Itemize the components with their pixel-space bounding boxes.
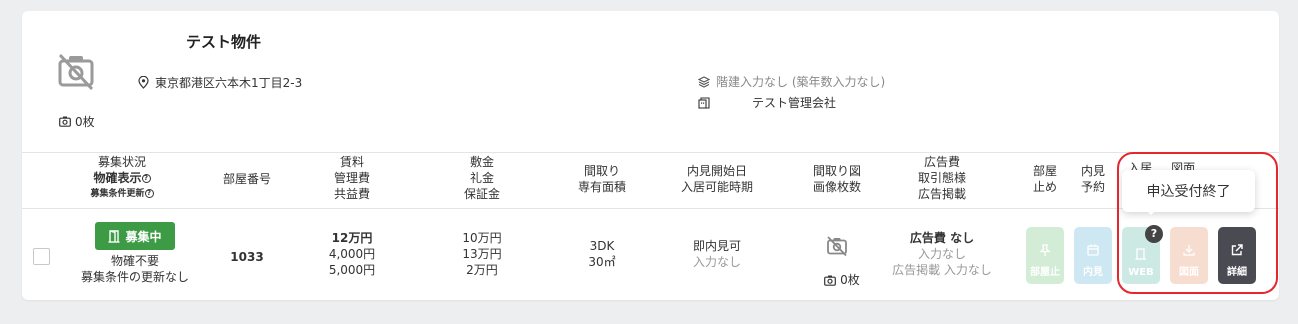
header-rent: 賃料 管理費 共益費	[322, 154, 382, 202]
guarantee-value: 2万円	[466, 263, 498, 277]
transaction-value: 入力なし	[917, 247, 966, 261]
door-icon	[108, 229, 120, 243]
header-deposit-line: 保証金	[463, 187, 500, 201]
room-stop-button[interactable]: 部屋止	[1026, 227, 1064, 284]
header-deposit-line: 敷金	[469, 155, 494, 169]
header-update-label: 募集条件更新	[90, 189, 145, 199]
viewing-start-value: 即内見可	[692, 239, 741, 253]
ad-listing-value: 広告掲載 入力なし	[892, 263, 992, 277]
layout-value: 3DK	[589, 239, 615, 253]
floorplan-count-value: 0枚	[840, 273, 860, 287]
header-ad: 広告費 取引態様 広告掲載	[907, 154, 977, 202]
room-stop-label: 部屋止	[1030, 267, 1060, 278]
status-badge: 募集中	[95, 222, 175, 250]
header-check-display[interactable]: 物確表示?	[72, 170, 172, 186]
help-icon[interactable]: ?	[141, 174, 151, 183]
view-button[interactable]: 内見	[1074, 227, 1112, 284]
header-view-reserve: 内見 予約	[1075, 163, 1111, 195]
header-rent-line: 共益費	[333, 187, 370, 201]
header-viewing: 内見開始日 入居可能時期	[672, 163, 762, 195]
row-checkbox[interactable]	[33, 248, 50, 265]
highlight-box	[1117, 152, 1278, 294]
deposit-value: 10万円	[462, 231, 502, 245]
header-viewing-line: 内見開始日	[686, 164, 747, 178]
view-label: 内見	[1083, 267, 1103, 278]
rent-values: 12万円 4,000円 5,000円	[322, 230, 382, 278]
header-floorplan: 間取り図 画像枚数	[802, 163, 872, 195]
header-deposit: 敷金 礼金 保証金	[452, 154, 512, 202]
address: 東京都港区六本木1丁目2-3	[138, 74, 302, 91]
rent-value: 12万円	[331, 231, 373, 245]
divider	[22, 208, 1279, 209]
header-viewing-line: 入居可能時期	[680, 180, 753, 194]
help-icon[interactable]: ?	[144, 189, 154, 198]
camera-icon	[59, 116, 71, 127]
management-company-name: テスト管理会社	[752, 96, 837, 110]
common-fee-value: 5,000円	[328, 263, 376, 277]
management-fee-value: 4,000円	[328, 247, 376, 261]
floors-text: 階建入力なし (築年数入力なし)	[716, 75, 886, 89]
header-room-number: 部屋番号	[222, 172, 271, 186]
header-view-reserve-line: 内見	[1080, 164, 1105, 178]
no-floorplan-icon	[826, 235, 848, 257]
header-room-stop-line: 部屋	[1032, 164, 1057, 178]
camera-icon	[824, 275, 837, 286]
header-room-stop-line: 止め	[1032, 180, 1057, 194]
no-photo-icon	[56, 51, 96, 91]
header-ad-line: 広告費	[923, 155, 960, 169]
header-room-stop: 部屋 止め	[1027, 163, 1063, 195]
header-view-reserve-line: 予約	[1080, 180, 1105, 194]
header-ad-line: 広告掲載	[917, 187, 966, 201]
header-status-label: 募集状況	[97, 155, 146, 169]
status-check-text: 物確不要	[110, 254, 159, 268]
property-name: テスト物件	[186, 33, 262, 51]
ad-values: 広告費 なし 入力なし 広告掲載 入力なし	[892, 230, 992, 278]
header-deposit-line: 礼金	[469, 171, 494, 185]
viewing-values: 即内見可 入力なし	[672, 238, 762, 270]
room-number-value: 1033	[230, 250, 264, 264]
photo-count: 0枚	[59, 113, 95, 130]
layers-icon	[698, 75, 710, 88]
status-details: 物確不要 募集条件の更新なし	[72, 253, 198, 285]
header-rent-line: 管理費	[333, 171, 370, 185]
divider	[22, 152, 1279, 153]
address-text: 東京都港区六本木1丁目2-3	[155, 76, 303, 90]
header-layout-line: 間取り	[583, 164, 620, 178]
header-check-display-label: 物確表示	[93, 171, 142, 185]
ad-fee-value: 広告費 なし	[909, 231, 975, 245]
header-status: 募集状況 物確表示? 募集条件更新?	[72, 154, 172, 202]
location-pin-icon	[138, 76, 149, 89]
header-floorplan-line: 画像枚数	[812, 180, 861, 194]
header-rent-line: 賃料	[339, 155, 364, 169]
status-badge-label: 募集中	[125, 229, 162, 244]
header-floorplan-line: 間取り図	[812, 164, 861, 178]
layout-values: 3DK 30㎡	[567, 238, 637, 270]
area-value: 30㎡	[588, 255, 616, 269]
move-in-value: 入力なし	[692, 255, 741, 269]
floorplan-count: 0枚	[817, 272, 867, 288]
header-layout: 間取り 専有面積	[567, 163, 637, 195]
header-layout-line: 専有面積	[577, 180, 626, 194]
header-ad-line: 取引態様	[917, 171, 966, 185]
pin-icon	[1038, 243, 1052, 257]
header-update[interactable]: 募集条件更新?	[72, 186, 172, 202]
management-company: テスト管理会社	[698, 94, 836, 111]
floors-info: 階建入力なし (築年数入力なし)	[698, 73, 885, 90]
calendar-icon	[1086, 243, 1100, 257]
property-card: 0枚 テスト物件 東京都港区六本木1丁目2-3 階建入力なし (築年数入力なし)…	[22, 11, 1279, 300]
key-money-value: 13万円	[462, 247, 502, 261]
status-update-text: 募集条件の更新なし	[80, 270, 189, 284]
room-number: 1033	[212, 249, 282, 265]
building-icon	[698, 96, 710, 109]
deposit-values: 10万円 13万円 2万円	[452, 230, 512, 278]
photo-count-value: 0枚	[75, 115, 95, 129]
